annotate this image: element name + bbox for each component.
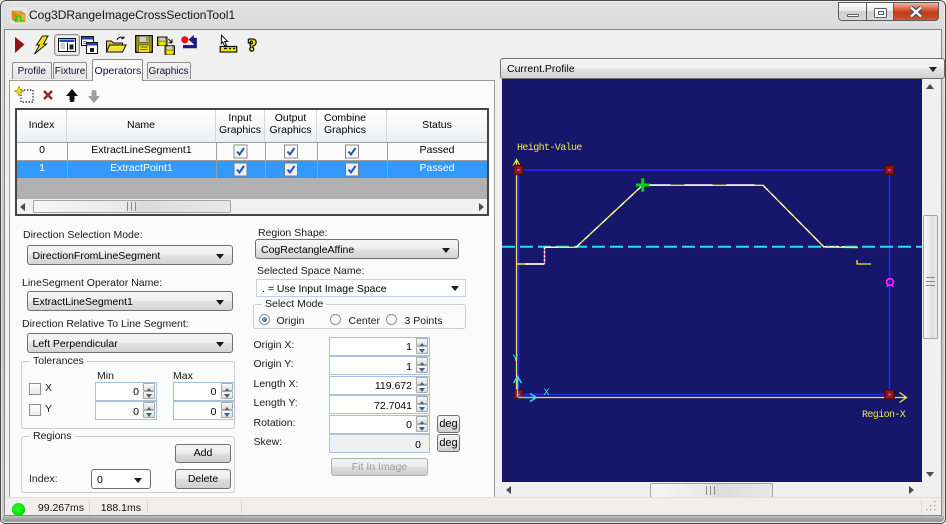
svg-text:?: ? [248,36,257,55]
svg-text:Y: Y [513,354,519,365]
svg-text:Height-Value: Height-Value [517,142,582,154]
svg-text:X: X [544,388,550,399]
svg-text:Region-X: Region-X [862,409,906,421]
